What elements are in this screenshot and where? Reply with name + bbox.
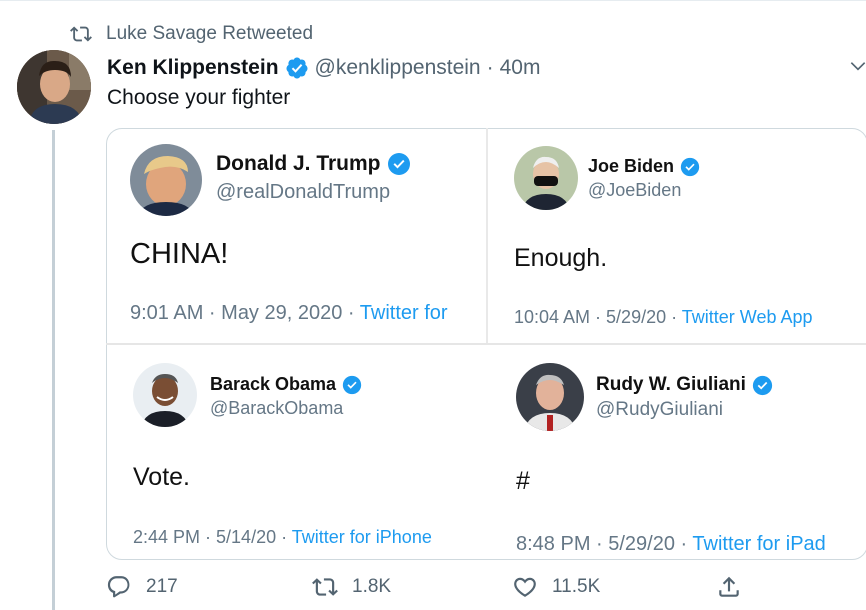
obama-avatar [133, 363, 197, 427]
trump-tweet-meta: 9:01 AM · May 29, 2020 · [130, 302, 355, 324]
trump-avatar [130, 144, 202, 216]
retweet-icon [70, 26, 92, 42]
trump-name: Donald J. Trump [216, 152, 381, 175]
biden-name: Joe Biden [588, 156, 675, 176]
embedded-tweet-giuliani: Rudy W. Giuliani @RudyGiuliani # 8:48 PM… [488, 345, 866, 558]
thread-line [52, 130, 55, 610]
reply-count: 217 [146, 576, 178, 597]
verified-badge-icon [680, 157, 700, 176]
author-handle[interactable]: @kenklippenstein [315, 56, 481, 80]
obama-name: Barack Obama [210, 374, 337, 394]
obama-tweet-meta: 2:44 PM · 5/14/20 · [133, 527, 288, 547]
giuliani-name: Rudy W. Giuliani [596, 374, 746, 395]
verified-badge-icon [286, 57, 308, 79]
verified-badge-icon [342, 375, 362, 394]
embedded-tweet-obama: Barack Obama @BarackObama Vote. 2:44 PM … [106, 345, 486, 558]
retweet-icon [312, 578, 338, 596]
biden-avatar [514, 146, 578, 210]
chevron-down-icon[interactable] [848, 56, 866, 76]
like-button[interactable]: 11.5K [512, 574, 600, 600]
heart-icon [514, 577, 536, 597]
giuliani-avatar [516, 363, 584, 431]
verified-badge-icon [752, 375, 773, 395]
giuliani-tweet-source: Twitter for iPad [692, 533, 826, 555]
avatar-photo [17, 50, 91, 124]
tweet-actions: 217 1.8K 11.5K [106, 574, 866, 606]
reply-icon [107, 576, 130, 598]
embedded-tweet-trump: Donald J. Trump @realDonaldTrump CHINA! … [106, 128, 486, 343]
giuliani-handle: @RudyGiuliani [596, 399, 724, 420]
reply-button[interactable]: 217 [106, 574, 178, 600]
biden-tweet-meta: 10:04 AM · 5/29/20 · [514, 307, 678, 327]
share-icon [719, 576, 739, 597]
retweet-button[interactable]: 1.8K [312, 574, 391, 600]
retweet-label: Luke Savage Retweeted [106, 23, 314, 44]
biden-tweet-source: Twitter Web App [681, 307, 813, 327]
biden-handle: @JoeBiden [588, 180, 682, 200]
like-count: 11.5K [552, 576, 601, 597]
meta-separator: · [486, 56, 494, 79]
obama-tweet-source: Twitter for iPhone [291, 527, 432, 547]
biden-tweet-text: Enough. [514, 244, 608, 272]
tweet-text: Choose your fighter [107, 86, 291, 109]
retweet-context[interactable]: Luke Savage Retweeted [70, 22, 313, 46]
obama-tweet-text: Vote. [133, 463, 190, 491]
trump-tweet-source: Twitter for [359, 302, 448, 324]
trump-handle: @realDonaldTrump [216, 181, 391, 203]
verified-badge-icon [387, 153, 410, 175]
share-button[interactable] [716, 574, 756, 600]
trump-tweet-text: CHINA! [130, 238, 229, 270]
giuliani-tweet-meta: 8:48 PM · 5/29/20 · [516, 533, 688, 555]
giuliani-tweet-text: # [516, 467, 530, 495]
obama-handle: @BarackObama [210, 398, 344, 418]
top-divider [0, 0, 866, 1]
tweet-header: Ken Klippenstein @kenklippenstein · 40m [107, 54, 540, 82]
author-avatar[interactable] [17, 50, 91, 124]
embedded-tweet-biden: Joe Biden @JoeBiden Enough. 10:04 AM · 5… [488, 128, 866, 343]
tweet-timestamp[interactable]: 40m [500, 56, 541, 80]
author-name[interactable]: Ken Klippenstein [107, 56, 279, 80]
retweet-count: 1.8K [352, 576, 392, 597]
